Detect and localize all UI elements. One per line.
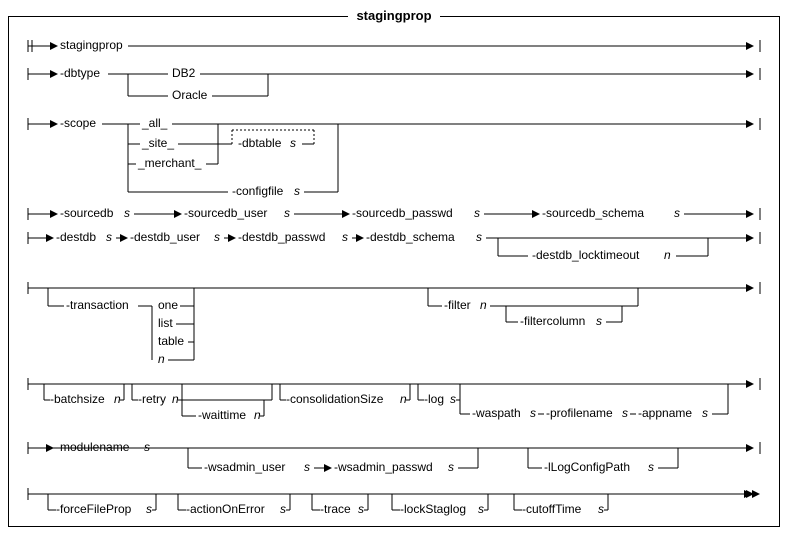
row-misc2: -modulename s -wsadmin_user s -wsadmin_p… xyxy=(28,440,760,474)
diagram-svg: stagingprop -dbtype DB2 Oracle - xyxy=(8,16,780,527)
val-table: table xyxy=(158,334,184,348)
opt-configfile: -configfile xyxy=(232,184,284,198)
opt-sourcedb: -sourcedb xyxy=(60,206,114,220)
svg-text:s: s xyxy=(144,440,150,454)
val-oracle: Oracle xyxy=(172,88,208,102)
opt-dbtype: -dbtype xyxy=(60,66,100,80)
opt-dbtable: -dbtable xyxy=(238,136,282,150)
svg-text:s: s xyxy=(622,406,628,420)
svg-text:s: s xyxy=(214,230,220,244)
opt-wsadmin-passwd: -wsadmin_passwd xyxy=(334,460,433,474)
svg-text:s: s xyxy=(674,206,680,220)
val-merchant: _merchant_ xyxy=(137,156,202,170)
svg-text:s: s xyxy=(476,230,482,244)
opt-trace: -trace xyxy=(320,502,351,516)
opt-destdb-user: -destdb_user xyxy=(130,230,200,244)
opt-wsadmin-user: -wsadmin_user xyxy=(204,460,285,474)
opt-lockstaglog: -lockStaglog xyxy=(400,502,466,516)
opt-forcefileprop: -forceFileProp xyxy=(56,502,132,516)
row-dbtype: -dbtype DB2 Oracle xyxy=(28,66,760,102)
opt-destdb-passwd: -destdb_passwd xyxy=(238,230,325,244)
opt-scope: -scope xyxy=(60,116,96,130)
svg-text:n: n xyxy=(664,248,671,262)
val-all: _all_ xyxy=(141,116,168,130)
opt-destdb: -destdb xyxy=(56,230,96,244)
svg-text:s: s xyxy=(648,460,654,474)
svg-text:s: s xyxy=(596,314,602,328)
val-one: one xyxy=(158,298,178,312)
row-stagingprop: stagingprop xyxy=(28,38,760,52)
opt-waspath: -waspath xyxy=(472,406,521,420)
svg-text:s: s xyxy=(598,502,604,516)
row-transaction-filter: -transaction one list table n -filter n … xyxy=(28,282,760,366)
row-scope: -scope _all_ _site_ _merchant_ -dbtable … xyxy=(28,116,760,198)
svg-text:s: s xyxy=(284,206,290,220)
val-list: list xyxy=(158,316,173,330)
var-configfile-s: s xyxy=(294,184,300,198)
opt-cutofftime: -cutoffTime xyxy=(522,502,582,516)
opt-destdb-schema: -destdb_schema xyxy=(366,230,455,244)
svg-text:n: n xyxy=(400,392,407,406)
svg-text:s: s xyxy=(478,502,484,516)
opt-filter: -filter xyxy=(444,298,471,312)
row-sourcedb: -sourcedb s -sourcedb_user s -sourcedb_p… xyxy=(28,206,760,220)
opt-destdb-locktimeout: -destdb_locktimeout xyxy=(532,248,640,262)
opt-batchsize: -batchsize xyxy=(50,392,105,406)
cmd-text: stagingprop xyxy=(60,38,123,52)
svg-text:s: s xyxy=(530,406,536,420)
opt-filtercolumn: -filtercolumn xyxy=(520,314,585,328)
row-misc1: -batchsize n -retry n -waittime n xyxy=(28,378,760,422)
svg-text:s: s xyxy=(342,230,348,244)
svg-text:s: s xyxy=(124,206,130,220)
row-final: -forceFileProp s -actionOnError s -trace… xyxy=(28,488,760,516)
opt-sourcedb-passwd: -sourcedb_passwd xyxy=(352,206,453,220)
svg-text:s: s xyxy=(280,502,286,516)
opt-appname: -appname xyxy=(638,406,692,420)
row-destdb: -destdb s -destdb_user s -destdb_passwd … xyxy=(28,230,760,262)
svg-text:s: s xyxy=(146,502,152,516)
opt-profilename: -profilename xyxy=(546,406,613,420)
opt-log: -log xyxy=(424,392,444,406)
syntax-diagram: stagingprop stagingprop -dbtype DB2 xyxy=(0,0,788,535)
svg-text:s: s xyxy=(106,230,112,244)
svg-text:s: s xyxy=(448,460,454,474)
opt-modulename: -modulename xyxy=(56,440,130,454)
svg-text:n: n xyxy=(172,392,179,406)
svg-text:n: n xyxy=(254,408,261,422)
opt-waittime: -waittime xyxy=(198,408,246,422)
val-n: n xyxy=(158,352,165,366)
opt-retry: -retry xyxy=(138,392,166,406)
svg-text:s: s xyxy=(702,406,708,420)
svg-text:s: s xyxy=(450,392,456,406)
opt-actiononerror: -actionOnError xyxy=(186,502,265,516)
svg-text:n: n xyxy=(114,392,121,406)
opt-logconfigpath: -lLogConfigPath xyxy=(544,460,630,474)
opt-transaction: -transaction xyxy=(66,298,129,312)
var-dbtable-s: s xyxy=(290,136,296,150)
val-site: _site_ xyxy=(141,136,174,150)
opt-consolidationSize: -consolidationSize xyxy=(286,392,384,406)
svg-text:s: s xyxy=(358,502,364,516)
svg-text:s: s xyxy=(474,206,480,220)
svg-text:s: s xyxy=(304,460,310,474)
val-db2: DB2 xyxy=(172,66,196,80)
svg-text:n: n xyxy=(480,298,487,312)
opt-sourcedb-user: -sourcedb_user xyxy=(184,206,267,220)
opt-sourcedb-schema: -sourcedb_schema xyxy=(542,206,644,220)
